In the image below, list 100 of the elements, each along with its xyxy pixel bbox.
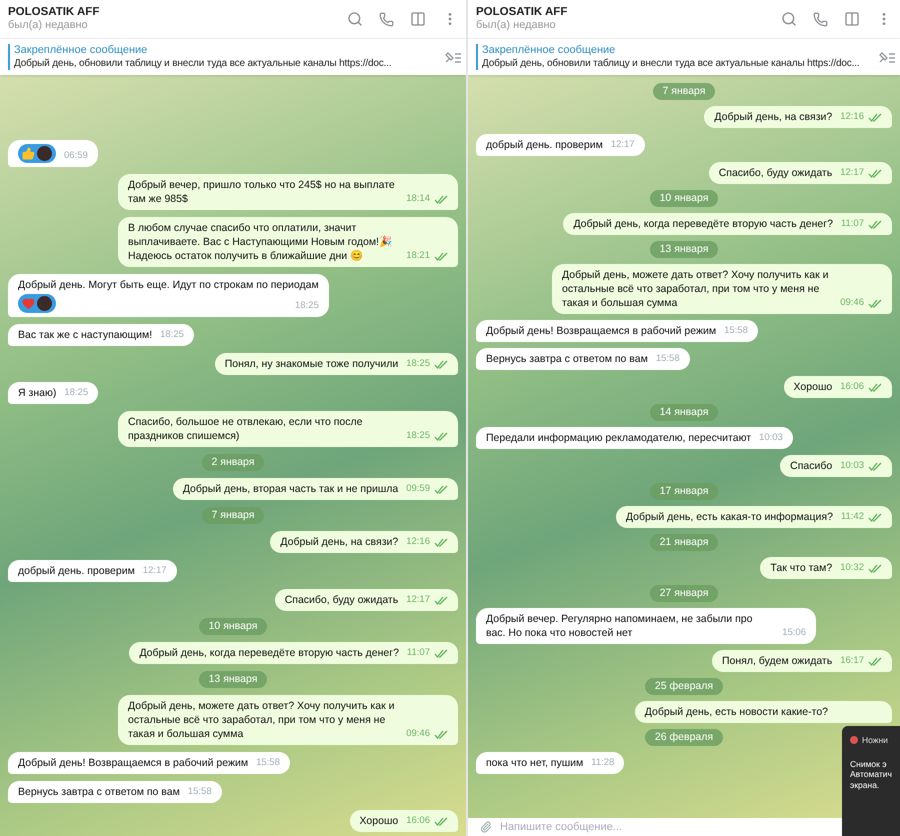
message-time: 15:58 xyxy=(256,757,280,769)
chat-title: POLOSATIK AFF xyxy=(8,4,100,20)
chat-status: был(а) недавно xyxy=(476,19,557,34)
message-text: добрый день. проверим xyxy=(486,138,603,152)
message-time: 16:17 xyxy=(840,655,864,667)
chat-title: POLOSATIK AFF xyxy=(476,4,568,20)
message-text: Добрый вечер, пришло только что 245$ но на выплате там же 985$ xyxy=(128,178,396,206)
heart-icon xyxy=(22,297,35,310)
chat-status: был(а) недавно xyxy=(8,19,89,34)
pinned-bar[interactable]: Закреплённое сообщение Добрый день, обновили таблицу и внесли туда все актуальные каналы https://doc... xyxy=(468,38,900,75)
avatar-icon xyxy=(37,296,52,311)
message-time: 18:21 xyxy=(406,250,430,262)
message-text: Добрый день! Возвращаемся в рабочий режим xyxy=(18,756,248,770)
toast-title: Ножни xyxy=(862,734,888,747)
search-icon[interactable] xyxy=(781,11,797,27)
attach-icon[interactable] xyxy=(480,821,492,833)
message-text: Добрый день, вторая часть так и не пришла xyxy=(182,482,398,496)
message-text: Добрый день, есть новости какие-то? xyxy=(644,705,828,719)
date-chip: 25 февраля xyxy=(644,678,724,695)
message-text: Спасибо, буду ожидать xyxy=(284,593,398,607)
message-text: Добрый день, на связи? xyxy=(280,535,398,549)
message-time: 10:32 xyxy=(840,562,864,574)
date-chip: 17 января xyxy=(650,483,718,500)
message-text: Так что там? xyxy=(770,561,832,575)
avatar-icon xyxy=(37,146,52,161)
message-text: Добрый день, когда переведёте вторую часть денег? xyxy=(139,646,399,660)
reaction-pill[interactable] xyxy=(18,144,56,163)
message-text: Добрый день. Могут быть еще. Идут по строкам по периодам xyxy=(18,278,319,292)
date-chip: 21 января xyxy=(650,534,718,551)
message-time: 11:07 xyxy=(406,647,430,659)
toast-text: Автоматич xyxy=(850,769,893,780)
message-text: Вас так же с наступающим! xyxy=(18,328,152,342)
message-text: Добрый день, можете дать ответ? Хочу получить как и остальные всё что заработал, при том что у меня не такая и большая сумма xyxy=(128,699,396,741)
sidebar-icon[interactable] xyxy=(844,11,860,27)
message-time: 15:58 xyxy=(188,786,212,798)
message-text: Добрый день, на связи? xyxy=(714,110,832,124)
message-time: 11:42 xyxy=(840,511,864,523)
pinned-bar[interactable]: Закреплённое сообщение Добрый день, обновили таблицу и внесли туда все актуальные каналы https://doc... xyxy=(0,38,466,75)
message-time: 10:03 xyxy=(759,432,783,444)
message-text: Добрый день, когда переведёте вторую часть денег? xyxy=(573,217,833,231)
message-text: Спасибо, большое не отвлекаю, если что после праздников спишемся) xyxy=(128,415,364,443)
toast-text: экрана. xyxy=(850,780,880,791)
message-time: 18:25 xyxy=(160,329,184,341)
date-chip: 13 января xyxy=(198,671,268,688)
message-text: Хорошо xyxy=(794,380,832,394)
pinned-label: Закреплённое сообщение xyxy=(14,44,148,58)
message-time: 12:16 xyxy=(840,111,864,123)
message-time: 12:16 xyxy=(406,536,430,548)
search-icon[interactable] xyxy=(347,11,363,27)
date-chip: 10 января xyxy=(650,190,718,207)
message-text: Добрый день! Возвращаемся в рабочий режим xyxy=(486,324,716,338)
message-text: Вернусь завтра с ответом по вам xyxy=(486,352,648,366)
date-chip: 2 января xyxy=(202,454,264,471)
message-time: 12:17 xyxy=(142,565,167,577)
message-text: Добрый вечер. Регулярно напоминаем, не забыли про вас. Но пока что новостей нет xyxy=(486,612,754,640)
pin-list-icon[interactable] xyxy=(878,50,896,64)
message-time: 15:58 xyxy=(724,325,748,337)
message-text: Спасибо, буду ожидать xyxy=(718,166,832,180)
message-time: 06:59 xyxy=(64,150,88,162)
message-text: Понял, ну знакомые тоже получили xyxy=(224,357,398,371)
message-time: 15:58 xyxy=(656,353,680,365)
message-time: 11:07 xyxy=(840,218,864,230)
date-chip: 7 января xyxy=(652,83,716,100)
message-time: 18:14 xyxy=(406,193,430,205)
message-text: добрый день. проверим xyxy=(18,564,135,578)
message-time: 10:03 xyxy=(840,460,864,472)
message-text: Понял, будем ожидать xyxy=(722,654,832,668)
message-text: пока что нет, пушим xyxy=(486,756,584,770)
message-text: Вернусь завтра с ответом по вам xyxy=(18,785,180,799)
thumbs-up-icon xyxy=(22,147,35,160)
message-time: 15:06 xyxy=(782,627,806,639)
message-time: 09:46 xyxy=(406,728,430,740)
message-time: 18:25 xyxy=(64,387,88,399)
toast-text: Снимок э xyxy=(850,758,888,770)
pinned-text: Добрый день, обновили таблицу и внесли туда все актуальные каналы https://doc... xyxy=(14,58,392,70)
message-time: 12:17 xyxy=(610,139,635,151)
message-time: 18:25 xyxy=(406,358,430,370)
phone-icon[interactable] xyxy=(379,12,394,26)
message-text: Хорошо xyxy=(360,814,398,828)
message-time: 18:25 xyxy=(294,300,319,312)
date-chip: 14 января xyxy=(650,404,718,421)
sidebar-icon[interactable] xyxy=(410,11,426,27)
reaction-pill[interactable] xyxy=(18,294,56,313)
message-text: В любом случае спасибо что оплатили, значит выплачиваете. Вас с Наступающими Новым годом!🎉 Надеюсь остаток получить в ближайшие дни 😊 xyxy=(128,221,393,263)
message-text: Я знаю) xyxy=(18,386,56,400)
message-text: Добрый день, можете дать ответ? Хочу получить как и остальные всё что заработал, при том что у меня не такая и большая сумма xyxy=(562,268,830,310)
input-placeholder: Напишите сообщение... xyxy=(500,822,622,832)
date-chip: 13 января xyxy=(650,241,718,258)
message-time: 18:25 xyxy=(406,430,430,442)
phone-icon[interactable] xyxy=(813,12,828,26)
message-text: Добрый день, есть какая-то информация? xyxy=(626,510,833,524)
date-chip: 26 февраля xyxy=(644,729,724,746)
message-text: Спасибо xyxy=(790,459,832,473)
message-time: 16:06 xyxy=(406,815,430,827)
pin-list-icon[interactable] xyxy=(444,50,462,64)
message-text: Передали информацию рекламодателю, пересчитают xyxy=(486,431,752,445)
message-time: 12:17 xyxy=(406,594,430,606)
pinned-text: Добрый день, обновили таблицу и внесли туда все актуальные каналы https://doc... xyxy=(482,58,860,70)
message-time: 12:17 xyxy=(840,167,864,179)
message-time: 09:59 xyxy=(406,483,430,495)
